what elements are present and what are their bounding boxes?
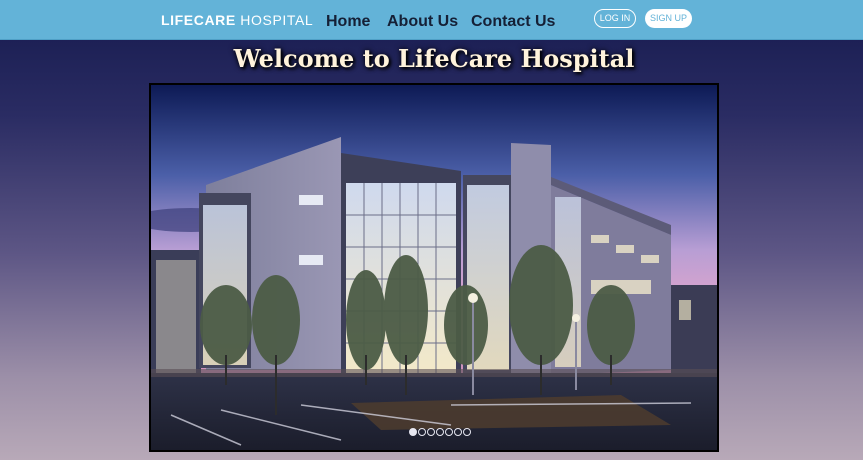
signup-button[interactable]: SIGN UP bbox=[645, 9, 692, 28]
top-navbar: LIFECARE HOSPITAL Home About Us Contact … bbox=[0, 0, 863, 40]
slider-dot[interactable] bbox=[409, 428, 417, 436]
slider-dot[interactable] bbox=[418, 428, 426, 436]
logo-bold-text: LIFECARE bbox=[161, 12, 236, 28]
nav-link-home[interactable]: Home bbox=[326, 12, 370, 31]
slider-dot[interactable] bbox=[463, 428, 471, 436]
slider-dot[interactable] bbox=[445, 428, 453, 436]
logo-rest-text: HOSPITAL bbox=[235, 12, 314, 28]
site-logo[interactable]: LIFECARE HOSPITAL bbox=[161, 12, 313, 28]
slider-dot[interactable] bbox=[427, 428, 435, 436]
slider-dot[interactable] bbox=[454, 428, 462, 436]
page-title: Welcome to LifeCare Hospital bbox=[233, 44, 635, 73]
hospital-building-image bbox=[151, 85, 717, 450]
slider-dot[interactable] bbox=[436, 428, 444, 436]
nav-link-contact-us[interactable]: Contact Us bbox=[471, 12, 555, 31]
nav-link-about-us[interactable]: About Us bbox=[387, 12, 458, 31]
slider-dots bbox=[409, 428, 471, 436]
image-slider[interactable] bbox=[149, 83, 719, 452]
login-button[interactable]: LOG IN bbox=[594, 9, 636, 28]
